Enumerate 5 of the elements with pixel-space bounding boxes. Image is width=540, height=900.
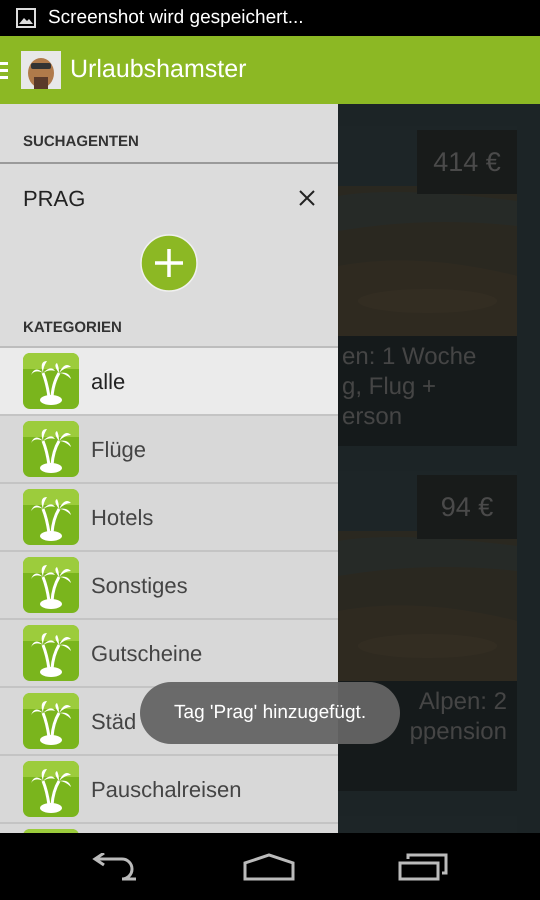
- section-heading: SUCHAGENTEN: [23, 133, 139, 150]
- notification-text: Screenshot wird gespeichert...: [48, 6, 304, 30]
- app-title: Urlaubshamster: [70, 54, 246, 86]
- info-toast: Tag 'Prag' hinzugefügt.: [140, 682, 400, 744]
- section-heading: KATEGORIEN: [23, 319, 122, 336]
